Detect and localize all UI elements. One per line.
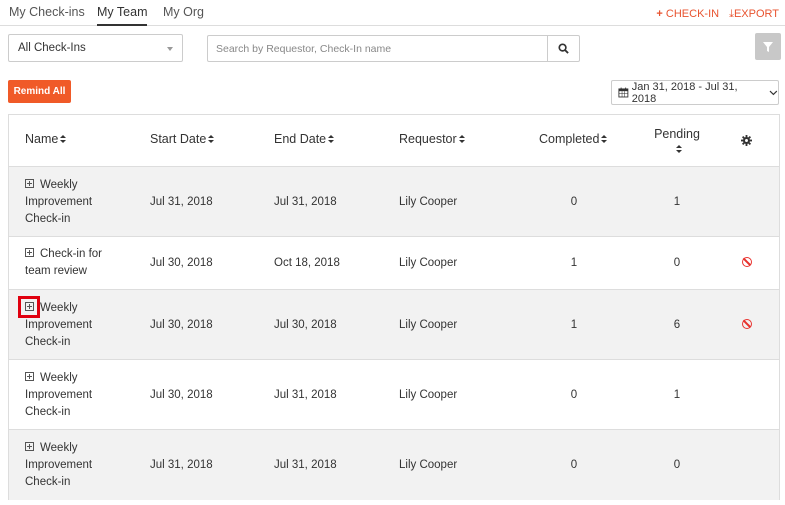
search-button[interactable] <box>547 36 579 61</box>
row-end-date: Jul 31, 2018 <box>274 196 337 208</box>
row-pending: 6 <box>673 319 681 331</box>
sort-icon <box>328 135 335 144</box>
chevron-down-icon <box>769 90 778 95</box>
search-box <box>207 35 580 62</box>
table-row[interactable]: Weekly Improvement Check-in Jul 30, 2018… <box>9 360 779 430</box>
filter-button[interactable] <box>755 33 781 60</box>
row-pending: 1 <box>673 196 681 208</box>
highlight-box <box>18 296 40 318</box>
table-header: Name Start Date End Date Requestor Compl… <box>9 115 779 167</box>
tab-my-org[interactable]: My Org <box>163 5 204 26</box>
expand-icon[interactable] <box>25 372 34 381</box>
date-range-picker[interactable]: Jan 31, 2018 - Jul 31, 2018 <box>611 80 779 105</box>
gear-icon <box>741 135 752 146</box>
expand-icon[interactable] <box>25 179 34 188</box>
expand-icon[interactable] <box>25 248 34 257</box>
row-completed: 0 <box>570 196 578 208</box>
sort-icon <box>208 135 215 144</box>
row-end-date: Jul 31, 2018 <box>274 459 337 471</box>
column-header-requestor[interactable]: Requestor <box>399 132 465 146</box>
expand-icon[interactable] <box>25 442 34 451</box>
column-header-name[interactable]: Name <box>25 132 67 146</box>
row-name: Check-in for team review <box>25 248 102 277</box>
row-pending: 1 <box>673 389 681 401</box>
search-input[interactable] <box>208 36 548 61</box>
plus-icon: + <box>656 8 663 20</box>
row-start-date: Jul 30, 2018 <box>150 319 213 331</box>
table-row[interactable]: Weekly Improvement Check-in Jul 31, 2018… <box>9 430 779 500</box>
row-start-date: Jul 30, 2018 <box>150 389 213 401</box>
row-name: Weekly Improvement Check-in <box>25 372 93 418</box>
top-actions: + CHECK-IN ⤓EXPORT <box>656 8 779 21</box>
row-requestor: Lily Cooper <box>399 389 458 401</box>
row-completed: 0 <box>570 459 578 471</box>
row-end-date: Oct 18, 2018 <box>274 257 340 269</box>
row-start-date: Jul 31, 2018 <box>150 459 213 471</box>
column-header-end-date[interactable]: End Date <box>274 132 335 146</box>
row-name: Weekly Improvement Check-in <box>25 179 93 225</box>
cancel-icon[interactable] <box>742 257 752 267</box>
row-requestor: Lily Cooper <box>399 257 458 269</box>
tab-bar: My Check-ins My Team My Org + CHECK-IN ⤓… <box>0 0 785 26</box>
row-requestor: Lily Cooper <box>399 459 458 471</box>
row-requestor: Lily Cooper <box>399 319 458 331</box>
checkin-button[interactable]: + CHECK-IN <box>656 8 719 21</box>
table-row[interactable]: Weekly Improvement Check-in Jul 31, 2018… <box>9 167 779 237</box>
row-requestor: Lily Cooper <box>399 196 458 208</box>
sort-icon <box>458 135 465 144</box>
row-pending: 0 <box>673 257 681 269</box>
checkin-filter-select[interactable]: All Check-Ins <box>8 34 183 62</box>
row-start-date: Jul 31, 2018 <box>150 196 213 208</box>
row-name: Weekly Improvement Check-in <box>25 302 93 348</box>
row-end-date: Jul 30, 2018 <box>274 319 337 331</box>
row-completed: 0 <box>570 389 578 401</box>
row-completed: 1 <box>570 319 578 331</box>
row-end-date: Jul 31, 2018 <box>274 389 337 401</box>
funnel-icon <box>763 41 773 52</box>
table-row[interactable]: Weekly Improvement Check-in Jul 30, 2018… <box>9 290 779 360</box>
column-header-start-date[interactable]: Start Date <box>150 132 215 146</box>
row-completed: 1 <box>570 257 578 269</box>
chevron-down-icon <box>167 47 173 51</box>
row-start-date: Jul 30, 2018 <box>150 257 213 269</box>
checkins-table: Name Start Date End Date Requestor Compl… <box>8 114 780 500</box>
remind-all-button[interactable]: Remind All <box>8 80 71 103</box>
tab-my-checkins[interactable]: My Check-ins <box>9 5 85 26</box>
row-pending: 0 <box>673 459 681 471</box>
sort-icon <box>60 135 67 144</box>
column-settings-button[interactable] <box>741 135 752 149</box>
export-button[interactable]: ⤓EXPORT <box>729 8 779 21</box>
column-header-pending[interactable]: Pending <box>653 127 701 156</box>
row-name: Weekly Improvement Check-in <box>25 442 93 488</box>
sort-icon <box>676 145 682 154</box>
tab-my-team[interactable]: My Team <box>97 5 148 26</box>
sort-icon <box>601 135 608 144</box>
cancel-icon[interactable] <box>742 319 752 329</box>
table-row[interactable]: Check-in for team review Jul 30, 2018 Oc… <box>9 237 779 290</box>
calendar-icon <box>618 87 629 98</box>
column-header-completed[interactable]: Completed <box>539 132 608 146</box>
search-icon <box>558 43 569 54</box>
